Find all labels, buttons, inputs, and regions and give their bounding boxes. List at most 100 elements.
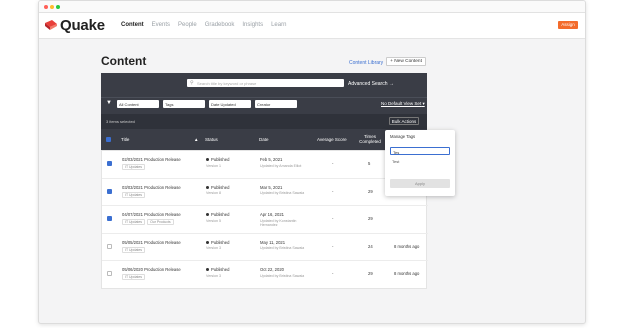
tag-badge: IT Updates (122, 164, 146, 170)
row-date: Oct 22, 2020 (260, 267, 284, 272)
top-nav: Quake Content Events People Gradebook In… (39, 13, 585, 39)
table-row[interactable]: 02/03/2021 Production Release IT Updates … (102, 151, 428, 179)
row-date: Mar 5, 2021 (260, 184, 283, 190)
filter-icon[interactable]: ▼ (106, 100, 112, 106)
window-titlebar (39, 1, 585, 13)
last-activity: 8 months ago (394, 271, 420, 276)
col-average-score[interactable]: Average Score (317, 137, 347, 142)
table-row[interactable]: 04/07/2021 Production Release IT Updates O… (102, 206, 428, 234)
updated-by: Updated by Amanda Elliot (260, 163, 302, 168)
nav-link-learn[interactable]: Learn (271, 22, 286, 28)
content-type-select[interactable]: All Content (117, 100, 159, 108)
table-row[interactable]: 05/05/2021 Production Release IT Updates … (102, 234, 428, 261)
apply-button[interactable]: Apply (390, 179, 450, 188)
status-badge: Published (211, 267, 230, 272)
tag-badge: IT Updates (122, 191, 146, 198)
selection-bar: 3 items selected Bulk Actions (101, 114, 427, 129)
nav-link-people[interactable]: People (178, 22, 197, 28)
bulk-actions-button[interactable]: Bulk Actions (389, 117, 419, 125)
creator-select[interactable]: Creator (255, 100, 297, 108)
advanced-search-link[interactable]: Advanced Search → (348, 81, 394, 87)
date-updated-select[interactable]: Date Updated (209, 100, 251, 108)
page-title: Content (101, 54, 147, 68)
manage-tags-popover: Manage Tags Tes Test Apply (385, 130, 455, 196)
row-date: May 11, 2021 (260, 239, 286, 245)
toolbar-panel: ⚲ Search title by keyword or phrase Adva… (101, 73, 427, 129)
filter-row: ▼ All Content Tags Date Updated Creator … (101, 97, 427, 110)
table-row[interactable]: 03/03/2021 Production Release IT Updates … (102, 179, 428, 206)
updated-by: Updated by Bristina Sawaia (260, 191, 305, 195)
times-completed: 29 (368, 216, 373, 221)
version-label: Version 1 (206, 163, 221, 168)
times-completed: 29 (368, 271, 373, 276)
average-score: - (332, 243, 334, 249)
updated-by: Updated by Bristina Sawaia (260, 246, 305, 250)
tag-search-input[interactable]: Tes (390, 147, 450, 155)
nav-link-insights[interactable]: Insights (242, 22, 263, 28)
updated-by: Updated by Bristina Sawaia (260, 273, 305, 278)
default-view-dropdown[interactable]: No Default View Set ▾ (381, 101, 425, 107)
maximize-dot[interactable] (56, 5, 60, 9)
average-score: - (332, 216, 334, 221)
nav-links: Content Events People Gradebook Insights… (121, 22, 286, 28)
row-checkbox[interactable] (107, 216, 112, 221)
nav-link-gradebook[interactable]: Gradebook (205, 22, 235, 28)
nav-link-content[interactable]: Content (121, 22, 144, 28)
row-checkbox[interactable] (107, 161, 112, 166)
tags-select[interactable]: Tags (163, 100, 205, 108)
row-checkbox[interactable] (107, 271, 112, 276)
tag-option[interactable]: Test (392, 159, 399, 164)
row-title[interactable]: 04/07/2021 Production Release (122, 212, 181, 217)
table-row[interactable]: 05/06/2020 Production Release IT Updates … (102, 261, 428, 289)
row-title[interactable]: 03/03/2021 Production Release (122, 185, 181, 190)
table-header: Title ▲ Status Date Average Score Times … (101, 129, 427, 150)
minimize-dot[interactable] (50, 5, 54, 9)
last-activity: 8 months ago (394, 243, 420, 249)
row-date: Apr 16, 2021 (260, 212, 284, 217)
row-title[interactable]: 05/06/2020 Production Release (122, 267, 181, 272)
row-checkbox[interactable] (107, 188, 112, 194)
col-status[interactable]: Status (205, 137, 218, 142)
tag-badge: IT Updates (122, 219, 146, 225)
times-completed: 24 (368, 243, 373, 249)
assign-button[interactable]: Assign (558, 21, 578, 29)
times-completed: 29 (368, 188, 373, 194)
default-view-label: No Default View Set (381, 101, 422, 106)
brand-name[interactable]: Quake (60, 17, 105, 34)
content-table: 02/03/2021 Production Release IT Updates … (101, 150, 428, 289)
sort-asc-icon[interactable]: ▲ (194, 137, 198, 142)
status-badge: Published (211, 184, 230, 190)
average-score: - (332, 161, 334, 166)
nav-link-events[interactable]: Events (152, 22, 170, 28)
version-label: Version 5 (206, 218, 221, 223)
quake-logo-icon (45, 20, 57, 30)
select-all-checkbox[interactable] (106, 137, 111, 142)
status-badge: Published (211, 157, 230, 162)
tag-badge: IT Updates (122, 246, 146, 253)
average-score: - (332, 271, 334, 276)
col-times-completed[interactable]: Times Completed (358, 134, 382, 144)
updated-by: Updated by Konstantin Hernandez (260, 218, 297, 227)
tag-badge: Our Products (147, 219, 174, 225)
times-completed: 5 (368, 161, 371, 166)
version-label: Version 8 (206, 191, 221, 195)
col-title[interactable]: Title (121, 137, 129, 142)
search-input[interactable]: ⚲ Search title by keyword or phrase (187, 79, 344, 87)
row-title[interactable]: 02/03/2021 Production Release (122, 157, 181, 162)
arrow-right-icon: → (388, 81, 394, 87)
search-icon: ⚲ (190, 80, 194, 86)
popover-title: Manage Tags (390, 134, 416, 139)
row-checkbox[interactable] (107, 243, 112, 249)
content-library-link[interactable]: Content Library (349, 60, 383, 66)
row-date: Feb 5, 2021 (260, 157, 283, 162)
new-content-button[interactable]: + New Content (386, 57, 426, 66)
search-placeholder: Search title by keyword or phrase (197, 80, 257, 86)
row-title[interactable]: 05/05/2021 Production Release (122, 240, 181, 245)
col-date[interactable]: Date (259, 137, 269, 142)
version-label: Version 3 (206, 273, 221, 278)
average-score: - (332, 188, 334, 194)
tag-badge: IT Updates (122, 274, 146, 280)
selection-count: 3 items selected (106, 119, 135, 124)
close-dot[interactable] (44, 5, 48, 9)
status-badge: Published (211, 212, 230, 217)
